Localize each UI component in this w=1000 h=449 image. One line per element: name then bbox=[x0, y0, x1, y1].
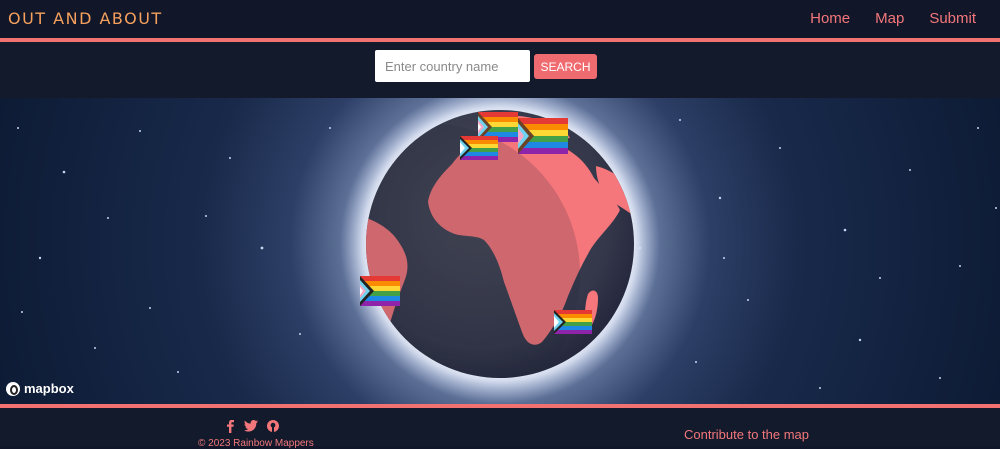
search-bar: SEARCH bbox=[0, 42, 1000, 98]
copyright-text: © 2023 Rainbow Mappers bbox=[198, 438, 314, 449]
nav-map-link[interactable]: Map bbox=[875, 10, 904, 27]
nav-submit-link[interactable]: Submit bbox=[929, 10, 976, 27]
pride-flag-icon[interactable] bbox=[460, 136, 498, 160]
contribute-link[interactable]: Contribute to the map bbox=[684, 427, 809, 442]
brand-title[interactable]: OUT AND ABOUT bbox=[8, 9, 163, 28]
footer: © 2023 Rainbow Mappers Contribute to the… bbox=[0, 408, 1000, 449]
twitter-icon[interactable] bbox=[244, 420, 258, 436]
nav-links: Home Map Submit bbox=[810, 10, 976, 27]
facebook-icon[interactable] bbox=[226, 420, 235, 436]
search-button[interactable]: SEARCH bbox=[534, 54, 597, 79]
nav-home-link[interactable]: Home bbox=[810, 10, 850, 27]
pride-flag-icon[interactable] bbox=[554, 310, 592, 334]
globe-map[interactable]: mapbox bbox=[0, 98, 1000, 404]
pride-flag-icon[interactable] bbox=[518, 118, 568, 154]
social-links bbox=[226, 420, 279, 436]
navbar: OUT AND ABOUT Home Map Submit bbox=[0, 0, 1000, 40]
mapbox-logo-icon bbox=[6, 381, 20, 396]
mapbox-logo-text: mapbox bbox=[24, 381, 74, 396]
github-icon[interactable] bbox=[267, 420, 279, 436]
pride-flag-icon[interactable] bbox=[360, 276, 400, 306]
country-search-input[interactable] bbox=[375, 50, 530, 82]
mapbox-attribution[interactable]: mapbox bbox=[6, 381, 74, 396]
globe-canvas[interactable] bbox=[0, 98, 1000, 404]
